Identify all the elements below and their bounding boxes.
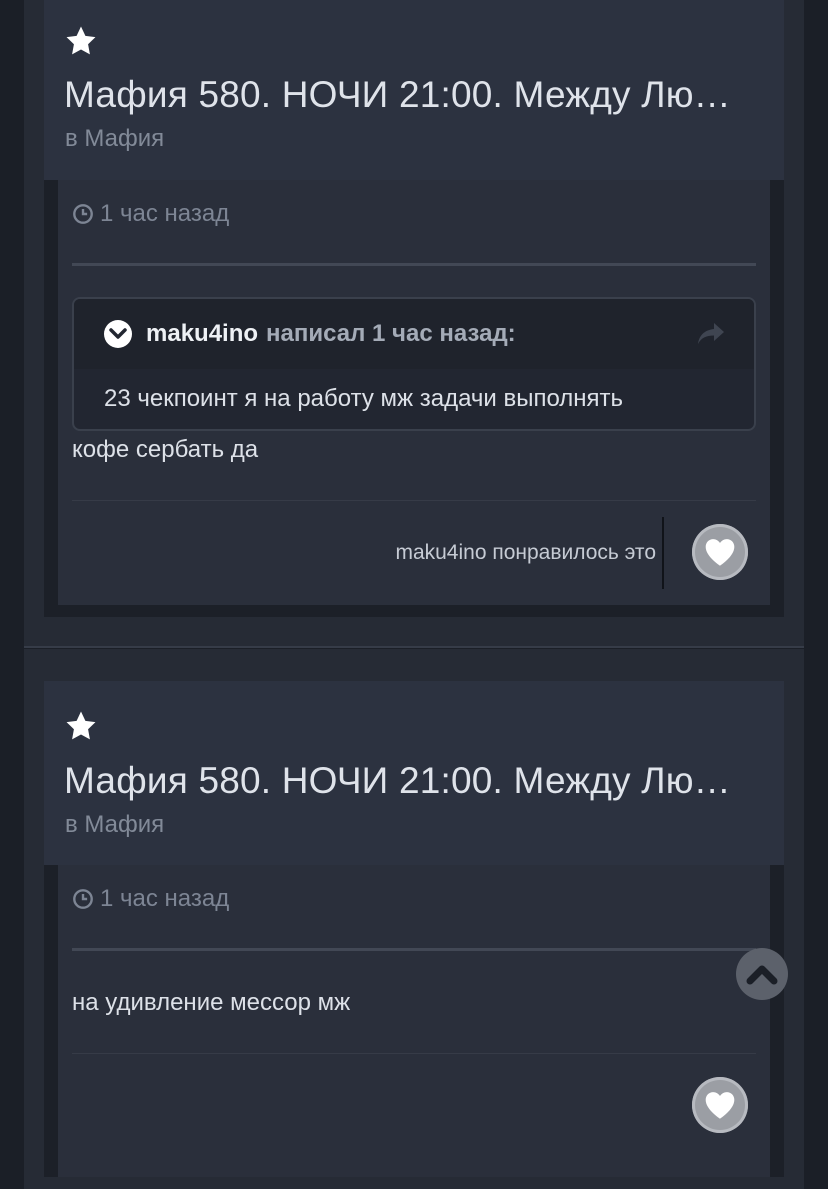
quote-author[interactable]: maku4ino [146, 320, 258, 348]
heart-icon [705, 539, 735, 566]
like-button[interactable] [692, 1077, 748, 1133]
topic-header-1: Мафия 580. НОЧИ 21:00. Между Лю… в Мафия [44, 0, 784, 180]
forum-link[interactable]: в Мафия [65, 811, 164, 839]
divider [662, 517, 664, 589]
share-icon[interactable] [696, 321, 726, 347]
likes-summary[interactable]: maku4ino понравилось это [395, 541, 656, 565]
heart-icon [705, 1092, 735, 1119]
quote-meta: написал 1 час назад: [266, 320, 516, 347]
chevron-up-icon [746, 965, 778, 985]
time-label: 1 час назад [100, 200, 230, 227]
topic-header-2: Мафия 580. НОЧИ 21:00. Между Лю… в Мафия [44, 681, 784, 865]
post-body: 1 час назад на удивление мессор мж [58, 865, 770, 1177]
post-content: на удивление мессор мж [72, 989, 351, 1016]
divider [72, 500, 756, 501]
post-2: 1 час назад на удивление мессор мж [44, 865, 784, 1177]
chevron-down-icon[interactable] [104, 320, 132, 348]
post-1: 1 час назад maku4ino написал 1 час назад… [44, 180, 784, 617]
forum-link[interactable]: в Мафия [65, 125, 164, 153]
post-body: 1 час назад maku4ino написал 1 час назад… [58, 180, 770, 605]
post-time[interactable]: 1 час назад [72, 200, 229, 228]
star-icon[interactable] [64, 24, 98, 58]
post-time[interactable]: 1 час назад [72, 885, 229, 913]
clock-icon [73, 204, 93, 224]
post-content: кофе сербать да [72, 436, 259, 463]
clock-icon [73, 889, 93, 909]
time-label: 1 час назад [100, 885, 230, 912]
divider [72, 1053, 756, 1054]
divider [72, 263, 756, 266]
divider [72, 948, 756, 951]
topic-title[interactable]: Мафия 580. НОЧИ 21:00. Между Лю… [64, 74, 769, 116]
topic-title[interactable]: Мафия 580. НОЧИ 21:00. Между Лю… [64, 760, 769, 802]
star-icon[interactable] [64, 709, 98, 743]
quote-text: 23 чекпоинт я на работу мж задачи выполн… [104, 385, 624, 412]
divider [24, 646, 804, 648]
quote-header: maku4ino написал 1 час назад: [74, 299, 754, 369]
quote-block: maku4ino написал 1 час назад: 23 чекпоин… [72, 297, 756, 431]
like-button[interactable] [692, 524, 748, 580]
scroll-to-top-button[interactable] [736, 948, 788, 1000]
